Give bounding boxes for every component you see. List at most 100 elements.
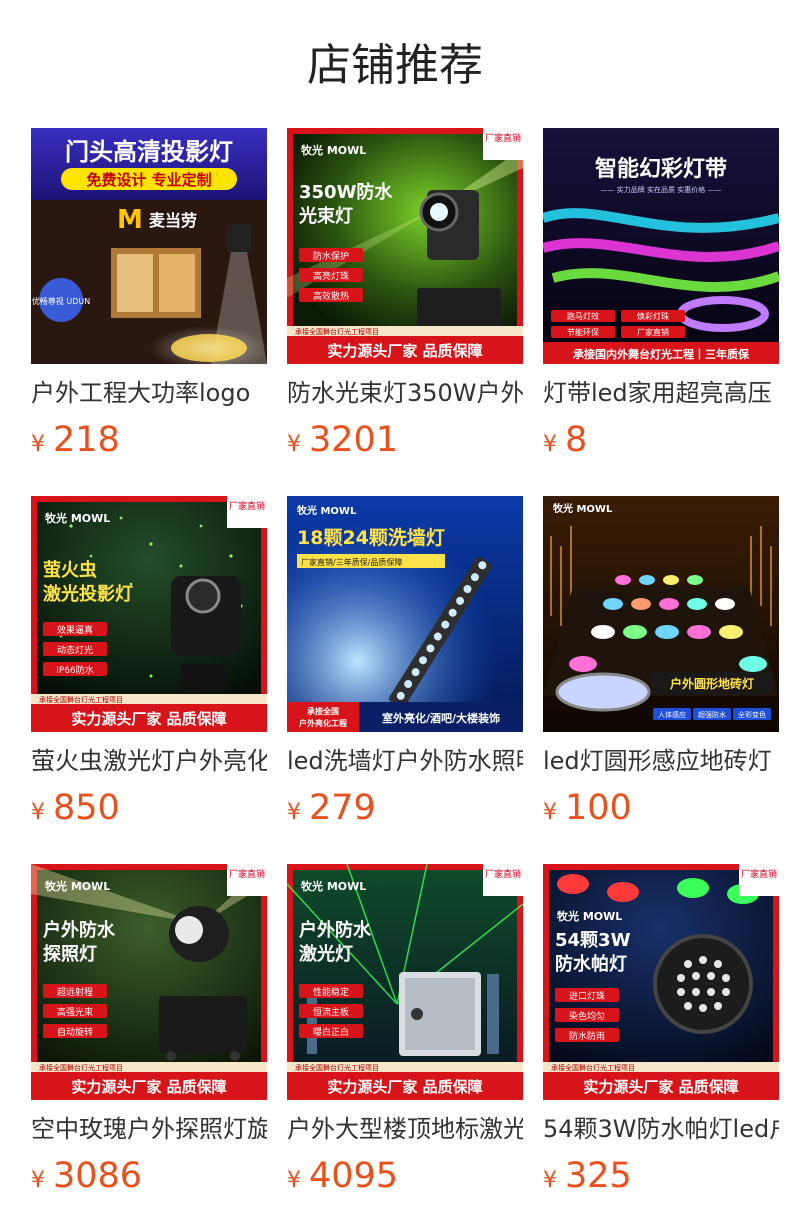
- currency-symbol: ¥: [287, 800, 301, 825]
- product-price: ¥8: [543, 418, 587, 462]
- image-headline-2: 防水帕灯: [555, 953, 627, 975]
- product-card[interactable]: 牧光 MOWL 厂家直销 350W防水 光束灯 防水保护 高亮灯珠 高效散热 承…: [287, 128, 523, 468]
- product-image-art: 牧光 MOWL 厂家直销 户外防水 探照灯 超远射程 高强光束 自动旋转 承接全…: [31, 864, 267, 1100]
- product-image-art: 牧光 MOWL 厂家直销 54颗3W 防水帕灯 进口灯珠 染色均匀 防水防雨 承…: [543, 864, 779, 1100]
- image-bullet: 染色均匀: [569, 1010, 605, 1022]
- product-name: led灯圆形感应地砖灯: [543, 747, 772, 775]
- product-card[interactable]: 牧光 MOWL 厂家直销 54颗3W 防水帕灯 进口灯珠 染色均匀 防水防雨 承…: [543, 864, 779, 1204]
- image-brand: 牧光 MOWL: [297, 504, 357, 517]
- product-name: 空中玫瑰户外探照灯旋: [31, 1115, 267, 1143]
- image-brand: 牧光 MOWL: [557, 909, 622, 923]
- product-card[interactable]: 门头高清投影灯 免费设计 专业定制 M 麦当劳 优畅尊视 UDUN 户外工程大功…: [31, 128, 267, 468]
- image-headline-2: 光束灯: [298, 205, 353, 227]
- price-value: 4095: [309, 1156, 399, 1196]
- product-image[interactable]: 牧光 MOWL 厂家直销 萤火虫 激光投影灯 效果逼真 动态灯光 IP66防水 …: [31, 496, 267, 732]
- product-price: ¥279: [287, 786, 376, 830]
- image-bullet: 防水防雨: [569, 1030, 605, 1042]
- image-tag: 厂家直销: [637, 327, 669, 337]
- image-headline-2: 激光灯: [299, 943, 353, 965]
- product-price: ¥4095: [287, 1154, 398, 1198]
- product-image-art: 牧光 MOWL 厂家直销 户外防水 激光灯 性能稳定 恒流主板 曝白正白 承接全…: [287, 864, 523, 1100]
- product-name: 户外大型楼顶地标激光: [287, 1115, 523, 1143]
- image-banner: 实力源头厂家 品质保障: [327, 1078, 482, 1096]
- image-headline: 萤火虫: [43, 559, 97, 581]
- currency-symbol: ¥: [31, 1168, 45, 1193]
- image-bullet: 进口灯珠: [569, 990, 605, 1002]
- image-strip: 承接全国舞台灯光工程项目: [551, 1063, 635, 1072]
- image-brand: 牧光 MOWL: [553, 502, 613, 515]
- page-title: 店铺推荐: [307, 40, 483, 91]
- product-image[interactable]: 牧光 MOWL 厂家直销 户外防水 探照灯 超远射程 高强光束 自动旋转 承接全…: [31, 864, 267, 1100]
- product-name: 防水光束灯350W户外: [287, 379, 523, 407]
- product-image[interactable]: 牧光 MOWL 户外圆形地砖灯 人体感应 超强防水 全彩变色: [543, 496, 779, 732]
- product-image[interactable]: 牧光 MOWL 厂家直销 54颗3W 防水帕灯 进口灯珠 染色均匀 防水防雨 承…: [543, 864, 779, 1100]
- currency-symbol: ¥: [543, 432, 557, 457]
- product-image[interactable]: 牧光 MOWL 厂家直销 户外防水 激光灯 性能稳定 恒流主板 曝白正白 承接全…: [287, 864, 523, 1100]
- currency-symbol: ¥: [287, 432, 301, 457]
- product-image[interactable]: 牧光 MOWL 厂家直销 350W防水 光束灯 防水保护 高亮灯珠 高效散热 承…: [287, 128, 523, 364]
- product-name: 灯带led家用超亮高压: [543, 379, 772, 407]
- image-badge: 厂家直销: [485, 132, 521, 144]
- price-value: 325: [565, 1156, 632, 1196]
- image-tag: 超强防水: [698, 710, 726, 719]
- image-bullet: 性能稳定: [313, 986, 349, 998]
- image-brand: 牧光 MOWL: [45, 879, 110, 893]
- product-image[interactable]: 智能幻彩灯带 —— 实力品牌 实在品质 实惠价格 —— 跑马灯效 焕彩灯珠 节能…: [543, 128, 779, 364]
- product-name: 萤火虫激光灯户外亮化: [31, 747, 267, 775]
- image-tag: 人体感应: [658, 710, 686, 719]
- image-strip: 承接全国舞台灯光工程项目: [295, 327, 379, 336]
- product-card[interactable]: 牧光 MOWL 户外圆形地砖灯 人体感应 超强防水 全彩变色 led灯圆形感应地…: [543, 496, 779, 836]
- product-image-art: 门头高清投影灯 免费设计 专业定制 M 麦当劳 优畅尊视 UDUN: [31, 128, 267, 364]
- product-price: ¥100: [543, 786, 632, 830]
- image-strip: 承接全国舞台灯光工程项目: [295, 1063, 379, 1072]
- image-headline: 户外防水: [43, 919, 116, 941]
- product-price: ¥3201: [287, 418, 398, 462]
- image-strip: 承接全国舞台灯光工程项目: [39, 695, 123, 704]
- image-bullet: 高亮灯珠: [313, 270, 349, 282]
- image-bullet: 动态灯光: [57, 644, 93, 656]
- price-value: 3201: [309, 420, 399, 460]
- image-headline-2: 激光投影灯: [43, 583, 133, 605]
- product-image-art: 牧光 MOWL 厂家直销 350W防水 光束灯 防水保护 高亮灯珠 高效散热 承…: [287, 128, 523, 364]
- image-banner: 室外亮化/酒吧/大楼装饰: [382, 711, 500, 725]
- price-value: 279: [309, 788, 376, 828]
- product-card[interactable]: 牧光 MOWL 厂家直销 萤火虫 激光投影灯 效果逼真 动态灯光 IP66防水 …: [31, 496, 267, 836]
- product-name: 户外工程大功率logo: [31, 379, 251, 407]
- image-headline: 18颗24颗洗墙灯: [297, 526, 445, 549]
- image-tag: 焕彩灯珠: [637, 311, 669, 321]
- product-image-art: 牧光 MOWL 户外圆形地砖灯 人体感应 超强防水 全彩变色: [543, 496, 779, 732]
- product-price: ¥850: [31, 786, 120, 830]
- product-name: led洗墙灯户外防水照明: [287, 747, 523, 775]
- image-bullet: 高效散热: [313, 290, 349, 302]
- product-price: ¥218: [31, 418, 120, 462]
- currency-symbol: ¥: [31, 800, 45, 825]
- image-badge: 厂家直销: [485, 868, 521, 880]
- image-bullet: 超远射程: [57, 986, 93, 998]
- product-price: ¥325: [543, 1154, 632, 1198]
- image-subheadline: 免费设计 专业定制: [86, 171, 211, 189]
- price-value: 218: [53, 420, 120, 460]
- product-card[interactable]: 牧光 MOWL 厂家直销 户外防水 激光灯 性能稳定 恒流主板 曝白正白 承接全…: [287, 864, 523, 1204]
- image-brand: 麦当劳: [149, 211, 197, 230]
- image-headline: 户外圆形地砖灯: [670, 676, 754, 691]
- image-bullet: 自动旋转: [57, 1026, 93, 1038]
- image-headline: 350W防水: [299, 181, 393, 203]
- image-banner: 实力源头厂家 品质保障: [583, 1078, 738, 1096]
- image-headline: 54颗3W: [555, 930, 631, 951]
- image-badge: 厂家直销: [741, 868, 777, 880]
- product-card[interactable]: 智能幻彩灯带 —— 实力品牌 实在品质 实惠价格 —— 跑马灯效 焕彩灯珠 节能…: [543, 128, 779, 468]
- svg-text:M: M: [117, 205, 143, 235]
- product-image-art: 牧光 MOWL 厂家直销 萤火虫 激光投影灯 效果逼真 动态灯光 IP66防水 …: [31, 496, 267, 732]
- image-headline-2: 探照灯: [43, 943, 97, 965]
- currency-symbol: ¥: [287, 1168, 301, 1193]
- image-brand: 牧光 MOWL: [45, 511, 110, 525]
- image-bullet: IP66防水: [56, 664, 94, 676]
- product-card[interactable]: 牧光 MOWL 厂家直销 户外防水 探照灯 超远射程 高强光束 自动旋转 承接全…: [31, 864, 267, 1204]
- product-image[interactable]: 牧光 MOWL 18颗24颗洗墙灯 厂家直销/三年质保/品质保障 承接全国 户外…: [287, 496, 523, 732]
- product-image[interactable]: 门头高清投影灯 免费设计 专业定制 M 麦当劳 优畅尊视 UDUN: [31, 128, 267, 364]
- image-badge: 厂家直销: [229, 500, 265, 512]
- image-bullet: 效果逼真: [57, 624, 93, 636]
- image-headline: 门头高清投影灯: [65, 138, 233, 166]
- image-tag: 全彩变色: [738, 710, 766, 719]
- product-card[interactable]: 牧光 MOWL 18颗24颗洗墙灯 厂家直销/三年质保/品质保障 承接全国 户外…: [287, 496, 523, 836]
